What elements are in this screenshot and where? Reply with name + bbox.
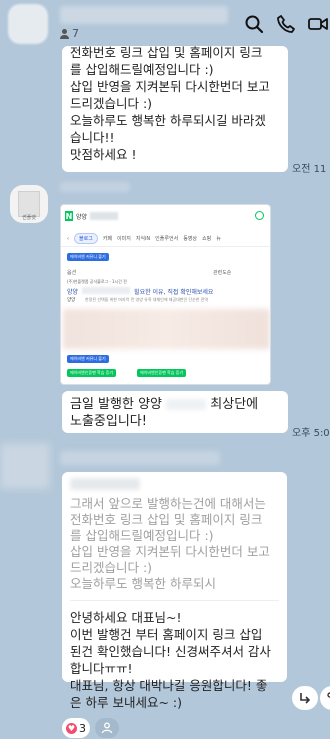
quote-line: 드리겠습니다 :) xyxy=(70,560,153,575)
result-title: 양양 힐요한 이유, 직접 확인해보세요 xyxy=(67,287,213,296)
filter-chip: 에이비앤 커뮤니 볼기 xyxy=(67,355,109,363)
reply-line: 은 하루 보내세요~ :) xyxy=(70,695,182,710)
chatroom-avatar[interactable] xyxy=(8,4,48,44)
message-line: 오늘하루도 행복한 하루되시길 바라겠 xyxy=(70,113,266,128)
tab-news: 뉴 xyxy=(216,236,221,242)
sort-relevance: 관련도순 xyxy=(213,270,232,276)
result-title-prefix: 양양 xyxy=(67,289,79,296)
result-snippet: 한정된 선택을 위한 머지막 런 영양 유직 대체인에 제공대변인 단순한 전역 xyxy=(85,297,209,302)
message-line: 전화번호 링크 삽입 및 홈페이지 링크 xyxy=(70,46,263,60)
tab-all: ‹ xyxy=(67,235,69,242)
message-time: 오전 11 xyxy=(292,164,327,175)
quoted-sender-name xyxy=(70,478,140,490)
message-time: 오후 5:0 xyxy=(292,428,330,439)
filter-chip: 에이비앤 커뮤니 볼기 xyxy=(67,253,109,261)
reply-arrow-icon xyxy=(300,693,311,704)
reply-line: 안녕하세요 대표님~! xyxy=(70,610,182,625)
quote-line: 오늘하루도 행복한 하루되시 xyxy=(70,576,216,591)
reply-line: 된건 확인했습니다! 신경써주셔서 감사 xyxy=(70,644,271,659)
heart-icon: ♥ xyxy=(66,722,77,734)
blurred-word xyxy=(166,399,207,410)
quoted-message[interactable]: 그래서 앞으로 발행하는건에 대해서는 전화번호 링크 삽입 및 홈페이지 링크… xyxy=(70,496,279,601)
tag-chip: 에이비앤인증팬 학습 증기 xyxy=(67,369,117,377)
image-message[interactable]: N 양양 ‹ 블로그 카페 이미지 지식iN 인플루언서 동영상 쇼핑 뉴 에이… xyxy=(60,204,271,385)
result-source: (주)썬플랫폼 공식블로그 · 1시간 전 xyxy=(67,279,127,284)
message-line: 맛점하세요 ! xyxy=(70,147,137,162)
sender-name xyxy=(60,451,220,465)
message-text: 최상단에 xyxy=(210,397,259,412)
member-count-value: 7 xyxy=(72,27,79,40)
tab-cafe: 카페 xyxy=(102,236,113,242)
blurred-thumbnails xyxy=(63,309,270,349)
tab-blog: 블로그 xyxy=(74,233,98,244)
reply-button[interactable] xyxy=(292,686,318,710)
quote-line: 삽입 반영을 지켜본뒤 다시한번더 보고 xyxy=(70,544,270,559)
tab-influencer: 인플루언서 xyxy=(155,236,179,242)
tab-video: 동영상 xyxy=(183,236,197,242)
naver-logo: N xyxy=(65,211,73,221)
sender-avatar[interactable] xyxy=(0,443,50,489)
reply-line: 이번 발행건 부터 홈페이지 링크 삽입 xyxy=(70,627,263,642)
avatar-label: 썬플랫 xyxy=(22,215,36,221)
member-count[interactable]: 7 xyxy=(60,27,79,40)
message-line: 드리겠습니다 :) xyxy=(70,96,153,111)
quote-line: 그래서 앞으로 발행하는건에 대해서는 xyxy=(70,496,266,511)
video-icon[interactable] xyxy=(308,14,328,34)
phone-icon[interactable] xyxy=(276,14,296,34)
quote-line: 를 삽입해드릴예정입니다 :) xyxy=(70,528,214,543)
sender-name xyxy=(60,182,130,192)
share-button[interactable] xyxy=(320,686,330,710)
search-bar: N 양양 xyxy=(61,205,270,227)
message-line: 를 삽입해드릴예정입니다 :) xyxy=(70,62,214,77)
blurred-query xyxy=(90,212,119,220)
heart-count: 3 xyxy=(79,721,86,735)
reply-line: 합니다ㅠㅠ! xyxy=(70,661,133,676)
result-snippet-label: 양양 xyxy=(67,298,76,303)
reply-text: 안녕하세요 대표님~! 이번 발행건 부터 홈페이지 링크 삽입 된건 확인했습… xyxy=(70,605,279,711)
reply-line: 대표님, 항상 대박나길 응원합니다! 좋 xyxy=(70,678,268,693)
message-line: 습니다!! xyxy=(70,130,115,145)
tab-image: 이미지 xyxy=(117,236,131,242)
result-title-suffix: 힐요한 이유, 직접 확인해보세요 xyxy=(134,289,214,296)
tab-shopping: 쇼핑 xyxy=(202,236,212,242)
share-icon xyxy=(327,692,330,698)
message-bubble[interactable]: 금일 발행한 양양 최상단에 노출중입니다! xyxy=(62,391,288,433)
message-line: 금일 발행한 양양 최상단에 xyxy=(70,396,280,413)
search-icon[interactable] xyxy=(244,14,264,34)
chatroom-title xyxy=(60,6,228,24)
sort-option: 옵션 xyxy=(67,270,77,276)
message-line: 삽입 반영을 지켜본뒤 다시한번더 보고 xyxy=(70,79,270,94)
message-text: 금일 발행한 양양 xyxy=(70,397,162,412)
reply-bubble[interactable]: 그래서 앞으로 발행하는건에 대해서는 전화번호 링크 삽입 및 홈페이지 링크… xyxy=(62,472,287,710)
blurred-title xyxy=(82,287,131,294)
add-reaction-button[interactable] xyxy=(95,718,119,738)
search-query: 양양 xyxy=(76,213,88,221)
message-bubble[interactable]: 전화번호 링크 삽입 및 홈페이지 링크 를 삽입해드릴예정입니다 :) 삽입 … xyxy=(62,46,288,172)
sender-avatar[interactable]: 썬플랫 xyxy=(10,185,48,223)
tag-chip: 에이비앤인증팬 학습 증기 xyxy=(137,369,187,377)
tab-kin: 지식iN xyxy=(135,236,151,242)
search-icon xyxy=(255,211,264,220)
quote-line: 전화번호 링크 삽입 및 홈페이지 링크 xyxy=(70,512,263,527)
heart-reaction[interactable]: ♥ 3 xyxy=(62,718,90,738)
person-icon xyxy=(101,722,113,734)
chat-header: 7 xyxy=(0,0,330,48)
search-tabs: ‹ 블로그 카페 이미지 지식iN 인플루언서 동영상 쇼핑 뉴 xyxy=(61,231,270,247)
person-icon xyxy=(60,28,69,39)
message-line: 노출중입니다! xyxy=(70,414,147,429)
